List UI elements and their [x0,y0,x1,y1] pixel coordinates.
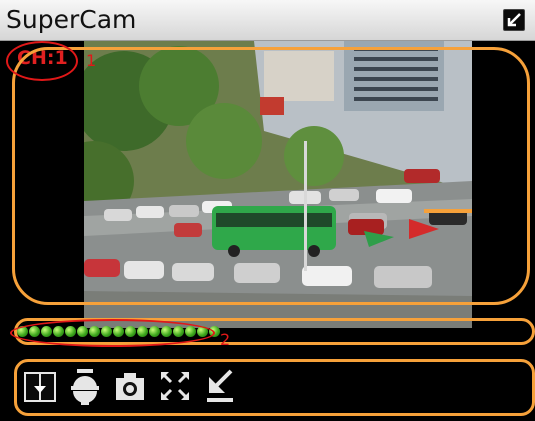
record-button[interactable] [203,364,237,408]
progress-dot [113,326,124,337]
progress-dot [137,326,148,337]
progress-dot [197,326,208,337]
camera-toolbar [23,364,237,410]
progress-dot [29,326,40,337]
channel-select-button[interactable] [23,364,57,408]
annotation-number-2: 2 [220,330,231,349]
progress-dot [77,326,88,337]
ptz-camera-icon [71,369,99,405]
progress-dot [173,326,184,337]
progress-dot [53,326,64,337]
progress-dot [41,326,52,337]
minimize-button[interactable] [503,9,525,31]
video-frame-image [84,41,472,328]
channel-select-icon [24,372,56,402]
annotation-number-1: 1 [86,51,97,70]
fullscreen-button[interactable] [158,364,192,408]
progress-dot [65,326,76,337]
collapse-arrow-icon [507,13,521,27]
snapshot-camera-icon [116,373,144,400]
record-download-icon [207,369,233,402]
progress-dot [149,326,160,337]
app-title: SuperCam [6,5,137,34]
progress-dot [89,326,100,337]
app-window: SuperCam CH:1 1 2 [0,0,535,421]
ptz-control-button[interactable] [68,364,102,408]
progress-dot [101,326,112,337]
progress-dot [161,326,172,337]
channel-label: CH:1 [17,47,68,69]
progress-dot [209,326,220,337]
progress-dot [17,326,28,337]
progress-dot [185,326,196,337]
fullscreen-icon [161,372,189,400]
snapshot-button[interactable] [113,364,147,408]
progress-dot [125,326,136,337]
title-bar: SuperCam [0,0,535,41]
buffer-progress-indicator [17,326,220,340]
video-feed[interactable] [84,41,472,328]
